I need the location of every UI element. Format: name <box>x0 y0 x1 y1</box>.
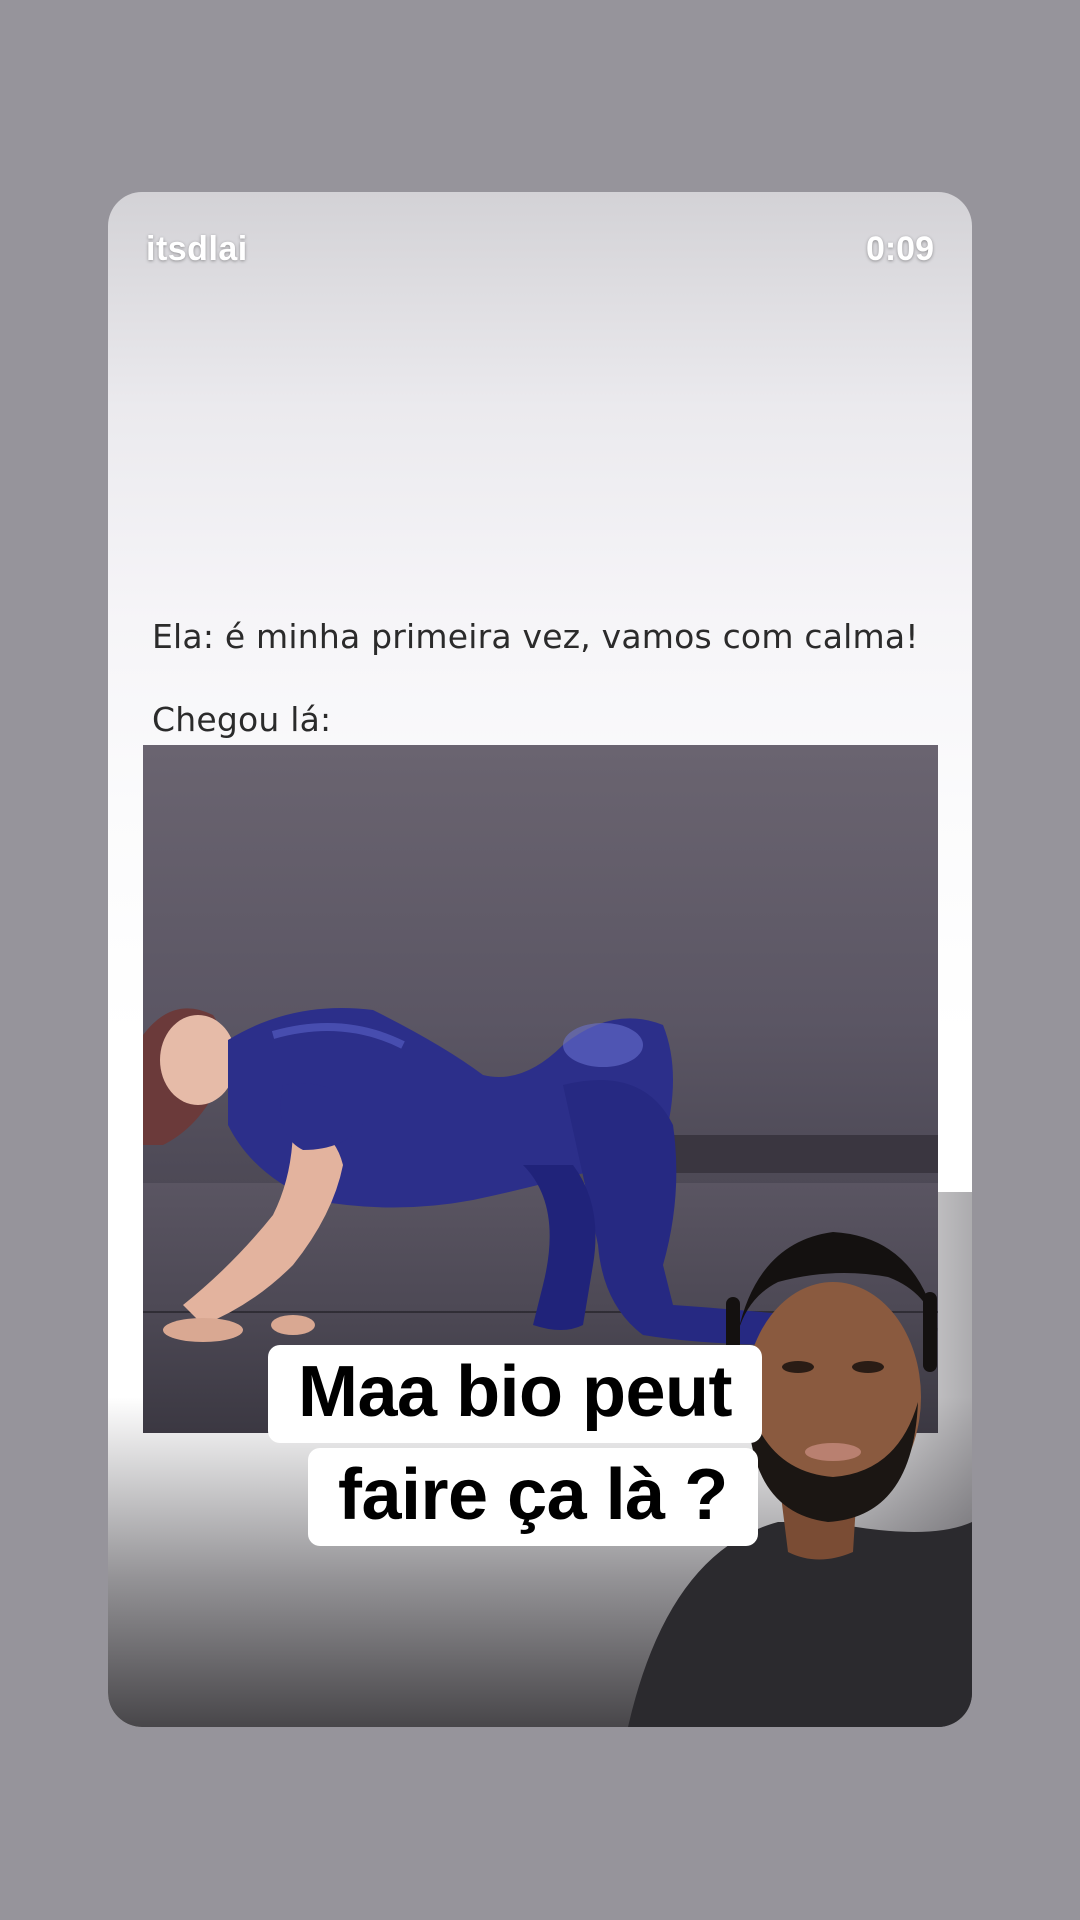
overlay-caption-line: Maa bio peut <box>268 1345 763 1443</box>
video-timer: 0:09 <box>865 230 934 268</box>
caption-line: Ela: é minha primeira vez, vamos com cal… <box>152 617 919 656</box>
overlay-caption-line: faire ça là ? <box>308 1448 758 1546</box>
caption-line: Chegou lá: <box>152 700 332 739</box>
username[interactable]: itsdlai <box>146 230 248 269</box>
story-screen: itsdlai 0:09 Ela: é minha primeira vez, … <box>0 0 1080 1920</box>
